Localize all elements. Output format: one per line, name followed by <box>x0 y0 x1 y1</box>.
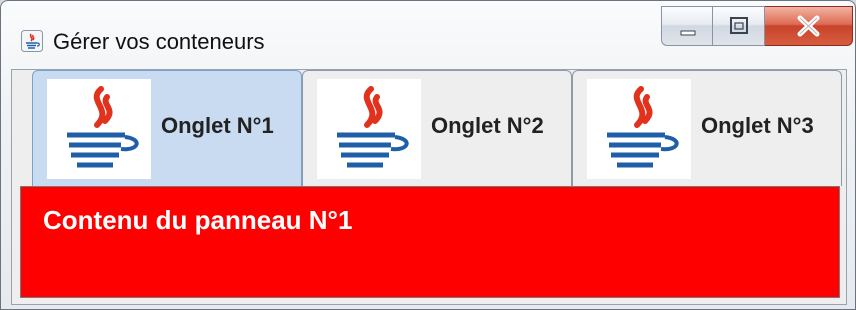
tab-onglet-2[interactable]: Onglet N°2 <box>302 70 572 186</box>
java-icon <box>587 79 691 179</box>
close-icon <box>797 15 820 37</box>
close-button[interactable] <box>765 6 853 46</box>
maximize-icon <box>730 17 748 34</box>
tab-onglet-1[interactable]: Onglet N°1 <box>32 70 302 186</box>
minimize-icon <box>680 30 696 36</box>
tab-onglet-3[interactable]: Onglet N°3 <box>572 70 842 186</box>
java-icon[interactable] <box>21 30 43 52</box>
java-icon <box>317 79 421 179</box>
caption-buttons <box>661 6 855 46</box>
panel-content-text: Contenu du panneau N°1 <box>43 205 353 235</box>
window-title: Gérer vos conteneurs <box>53 29 265 54</box>
title-bar[interactable]: Gérer vos conteneurs <box>1 1 855 63</box>
java-icon <box>47 79 151 179</box>
tab-label: Onglet N°1 <box>161 113 274 138</box>
application-window: Gérer vos conteneurs Onglet N°1 Onglet N… <box>0 0 856 310</box>
tab-label: Onglet N°3 <box>701 113 814 138</box>
content-panel: Contenu du panneau N°1 <box>20 186 840 298</box>
minimize-button[interactable] <box>661 6 713 46</box>
tabbed-pane: Onglet N°1 Onglet N°2 Onglet N°3 Contenu… <box>11 69 847 305</box>
maximize-button[interactable] <box>713 6 765 46</box>
tab-label: Onglet N°2 <box>431 113 544 138</box>
